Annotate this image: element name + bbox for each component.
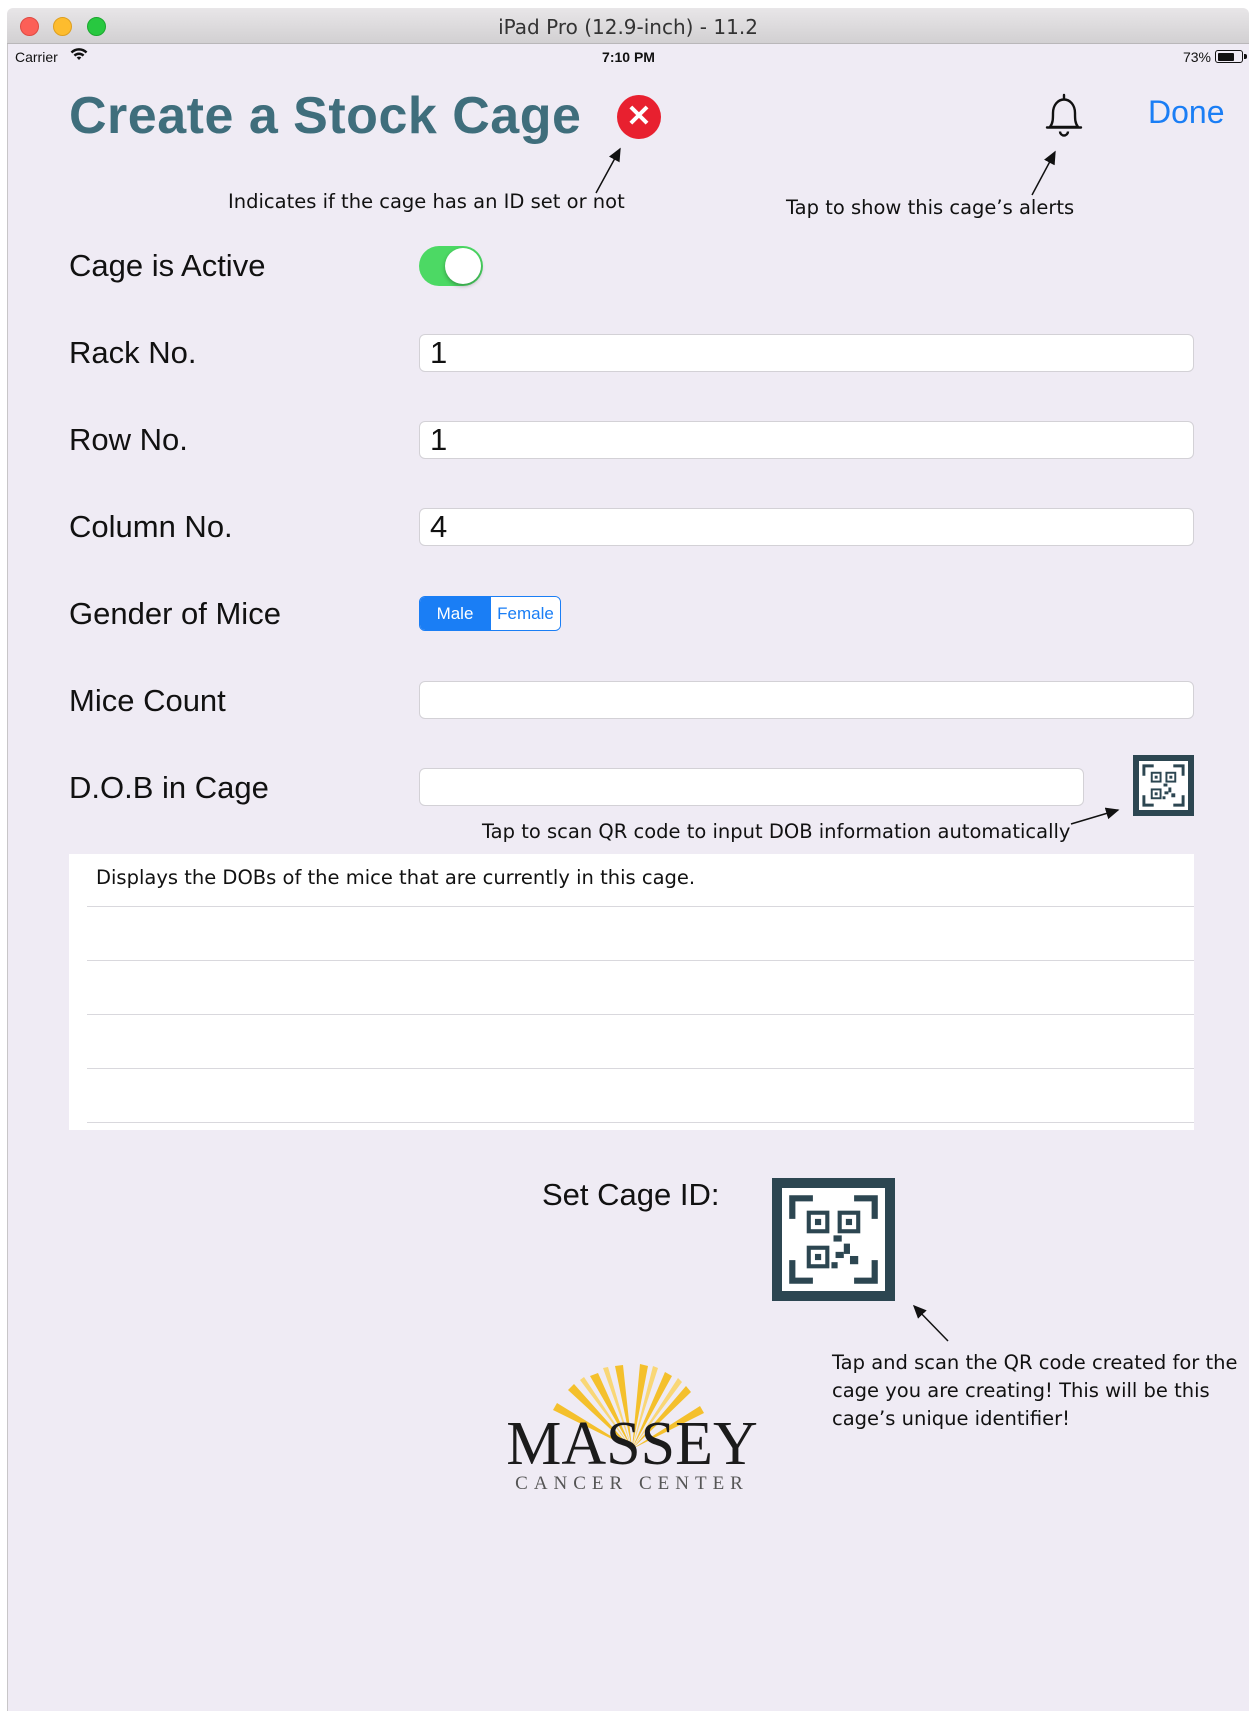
column-label: Column No. — [69, 509, 233, 544]
mice-count-label: Mice Count — [69, 683, 226, 718]
column-input[interactable]: 4 — [419, 508, 1194, 546]
qr-code-icon — [782, 1188, 885, 1291]
logo-subtitle: CANCER CENTER — [515, 1473, 749, 1494]
dob-table: Displays the DOBs of the mice that are c… — [69, 854, 1194, 1130]
row-input[interactable]: 1 — [419, 421, 1194, 459]
done-button[interactable]: Done — [1148, 94, 1225, 131]
table-row-divider — [87, 906, 1194, 907]
annotation-set-id: Tap and scan the QR code created for the… — [832, 1351, 1238, 1430]
annotation-scan-dob: Tap to scan QR code to input DOB informa… — [482, 820, 1071, 843]
massey-logo: MASSEY CANCER CENTER — [506, 1364, 758, 1494]
table-row-divider — [87, 1014, 1194, 1015]
row-label: Row No. — [69, 422, 188, 457]
dob-label: D.O.B in Cage — [69, 770, 269, 805]
toggle-knob — [445, 248, 481, 284]
rack-label: Rack No. — [69, 335, 197, 370]
set-cage-id-qr-button[interactable] — [772, 1178, 895, 1301]
qr-code-icon[interactable] — [1133, 755, 1194, 816]
ipad-screen: Carrier 7:10 PM 73% Create a Stock Cage … — [7, 44, 1249, 1711]
gender-segmented-control: Male Female — [419, 596, 561, 631]
gender-label: Gender of Mice — [69, 596, 281, 631]
table-row-divider — [87, 960, 1194, 961]
annotation-id-indicator: Indicates if the cage has an ID set or n… — [228, 190, 625, 213]
active-toggle[interactable] — [419, 246, 483, 286]
annotation-alerts: Tap to show this cage’s alerts — [786, 196, 1075, 219]
bell-icon[interactable] — [1038, 90, 1090, 142]
active-label: Cage is Active — [69, 248, 266, 283]
window-title: iPad Pro (12.9-inch) - 11.2 — [498, 15, 758, 39]
battery-icon — [1215, 50, 1247, 63]
gender-female-segment[interactable]: Female — [490, 597, 560, 630]
rack-input[interactable]: 1 — [419, 334, 1194, 372]
gender-male-segment[interactable]: Male — [420, 597, 490, 630]
page-title: Create a Stock Cage — [69, 87, 582, 145]
simulator-titlebar: iPad Pro (12.9-inch) - 11.2 — [7, 8, 1249, 44]
mice-count-input[interactable] — [419, 681, 1194, 719]
battery-percentage: 73% — [1182, 49, 1211, 65]
status-bar: Carrier 7:10 PM 73% — [8, 44, 1249, 70]
annotation-dob-table: Displays the DOBs of the mice that are c… — [96, 866, 696, 889]
set-cage-id-label: Set Cage ID: — [542, 1177, 720, 1212]
table-row-divider — [87, 1122, 1194, 1123]
dob-input[interactable] — [419, 768, 1084, 806]
close-circle-icon: ✕ — [617, 95, 661, 139]
logo-name: MASSEY — [506, 1410, 758, 1478]
table-row-divider — [87, 1068, 1194, 1069]
status-time: 7:10 PM — [602, 49, 655, 65]
